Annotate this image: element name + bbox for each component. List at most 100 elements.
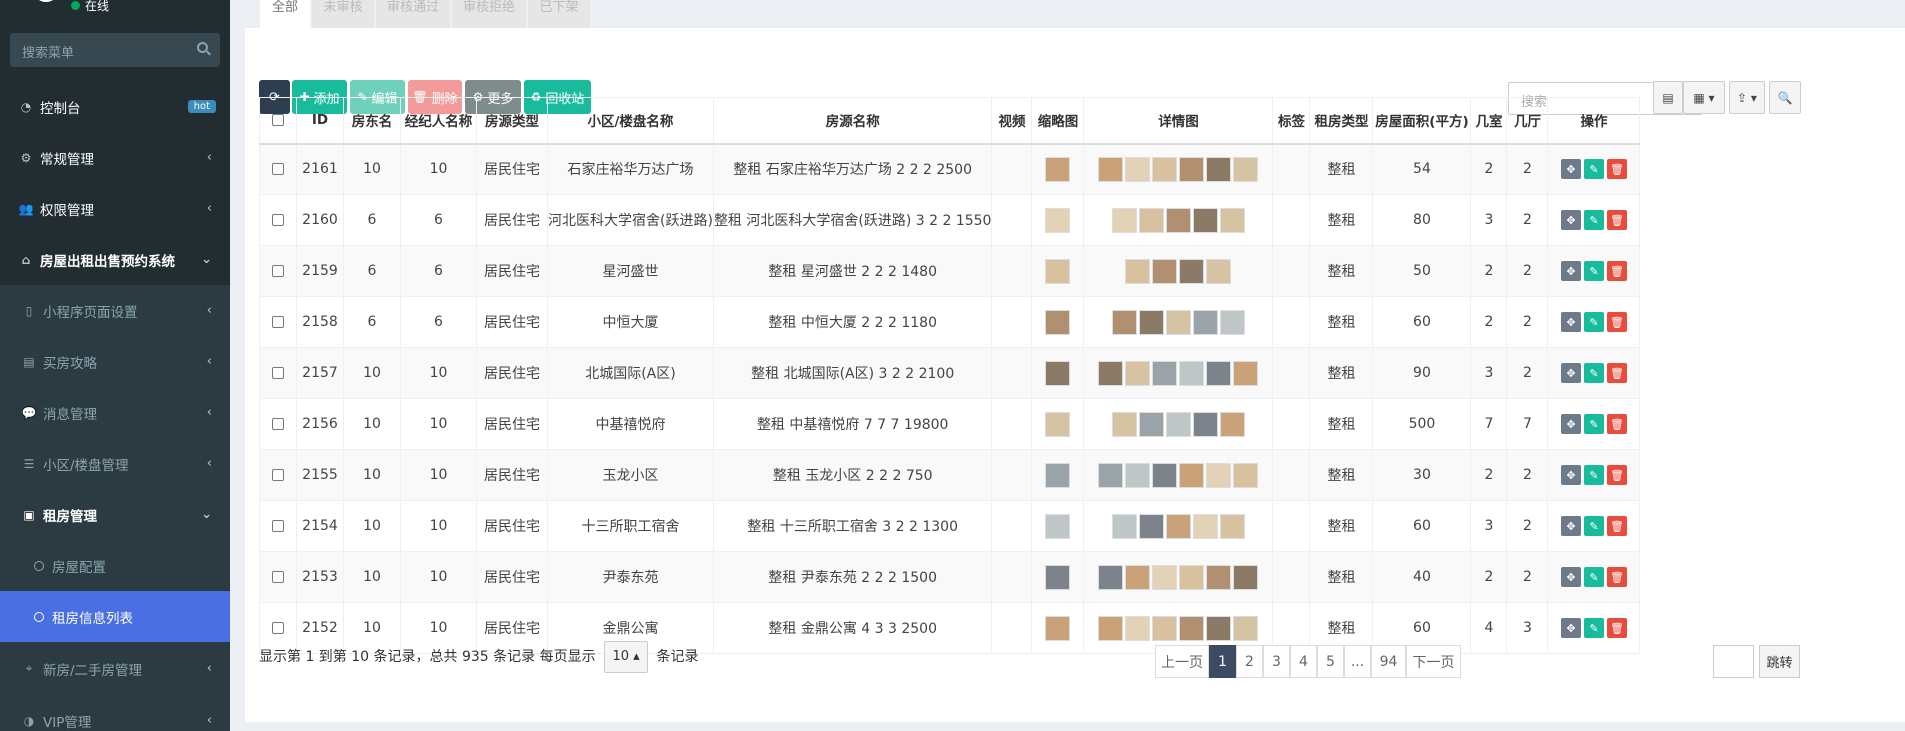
detail-image[interactable] (1192, 411, 1218, 437)
thumbnail-image[interactable] (1045, 615, 1071, 641)
detail-image[interactable] (1165, 411, 1191, 437)
toggle-view-button[interactable]: ▤ (1653, 81, 1683, 114)
col-header[interactable]: 房源名称 (712, 97, 993, 145)
page-button[interactable]: 2 (1236, 645, 1263, 678)
detail-image[interactable] (1152, 564, 1178, 590)
edit-icon[interactable]: ✎ (1583, 567, 1604, 587)
detail-image[interactable] (1165, 513, 1191, 539)
trash-icon[interactable]: 🗑 (1606, 159, 1627, 180)
page-jump-input[interactable] (1713, 645, 1754, 678)
detail-image[interactable] (1098, 615, 1124, 641)
detail-image[interactable] (1233, 156, 1259, 182)
page-button[interactable]: 94 (1371, 645, 1406, 678)
col-header[interactable]: 视频 (991, 97, 1033, 145)
tab-all[interactable]: 全部 (260, 0, 310, 28)
detail-image[interactable] (1233, 615, 1259, 641)
trash-icon[interactable]: 🗑 (1606, 618, 1627, 638)
menu-search-input[interactable]: 搜索菜单 (10, 33, 220, 67)
drag-icon[interactable]: ✥ (1560, 465, 1581, 485)
edit-icon[interactable]: ✎ (1583, 516, 1604, 536)
sidebar-item-new-house[interactable]: ⌖ 新房/二手房管理 ‹ (0, 642, 230, 695)
sidebar-item-buying-guide[interactable]: ▤ 买房攻略 ‹ (0, 336, 230, 387)
row-checkbox[interactable] (272, 520, 284, 532)
sidebar-item-rental-system[interactable]: ⌂ 房屋出租出售预约系统 ⌄ (0, 234, 230, 285)
thumbnail-image[interactable] (1045, 360, 1071, 386)
detail-image[interactable] (1111, 207, 1137, 233)
checkbox-cell[interactable] (259, 347, 297, 399)
detail-image[interactable] (1206, 360, 1232, 386)
sidebar-item-miniprogram[interactable]: ▯ 小程序页面设置 ‹ (0, 285, 230, 336)
detail-image[interactable] (1219, 513, 1245, 539)
thumbnail-image[interactable] (1045, 564, 1071, 590)
detail-image[interactable] (1219, 207, 1245, 233)
edit-icon[interactable]: ✎ (1583, 363, 1604, 383)
detail-image[interactable] (1206, 615, 1232, 641)
thumbnail-image[interactable] (1045, 411, 1071, 437)
detail-image[interactable] (1111, 309, 1137, 335)
detail-image[interactable] (1179, 156, 1205, 182)
checkbox-cell[interactable] (259, 551, 297, 603)
detail-image[interactable] (1138, 207, 1164, 233)
export-button[interactable]: ⇪ ▾ (1729, 81, 1765, 114)
row-checkbox[interactable] (272, 367, 284, 379)
detail-image[interactable] (1152, 360, 1178, 386)
advanced-search-button[interactable]: 🔍 (1769, 81, 1801, 114)
page-size-select[interactable]: 10 ▴ (604, 641, 649, 673)
detail-image[interactable] (1192, 207, 1218, 233)
trash-icon[interactable]: 🗑 (1606, 414, 1627, 434)
detail-image[interactable] (1179, 615, 1205, 641)
detail-image[interactable] (1219, 411, 1245, 437)
checkbox-cell[interactable] (259, 449, 297, 501)
sidebar-item-messages[interactable]: 💬 消息管理 ‹ (0, 387, 230, 438)
detail-image[interactable] (1179, 462, 1205, 488)
trash-icon[interactable]: 🗑 (1606, 567, 1627, 587)
next-page-button[interactable]: 下一页 (1406, 645, 1461, 678)
col-header[interactable]: 缩略图 (1031, 97, 1085, 145)
tab-rejected[interactable]: 审核拒绝 (452, 0, 526, 28)
detail-image[interactable] (1165, 207, 1191, 233)
detail-image[interactable] (1233, 360, 1259, 386)
thumbnail-image[interactable] (1045, 462, 1071, 488)
trash-icon[interactable]: 🗑 (1606, 210, 1627, 230)
page-button[interactable]: 5 (1317, 645, 1344, 678)
edit-icon[interactable]: ✎ (1583, 159, 1604, 180)
checkbox-cell[interactable] (259, 398, 297, 450)
edit-icon[interactable]: ✎ (1583, 618, 1604, 638)
trash-icon[interactable]: 🗑 (1606, 261, 1627, 281)
thumbnail-image[interactable] (1045, 513, 1071, 539)
detail-image[interactable] (1111, 513, 1137, 539)
detail-image[interactable] (1098, 360, 1124, 386)
checkbox-cell[interactable] (259, 245, 297, 297)
row-checkbox[interactable] (272, 316, 284, 328)
drag-icon[interactable]: ✥ (1560, 261, 1581, 281)
select-all-checkbox[interactable] (259, 97, 297, 145)
trash-icon[interactable]: 🗑 (1606, 363, 1627, 383)
sidebar-item-house-config[interactable]: 房屋配置 (0, 540, 230, 591)
tab-approved[interactable]: 审核通过 (376, 0, 450, 28)
detail-image[interactable] (1192, 513, 1218, 539)
row-checkbox[interactable] (272, 163, 284, 176)
detail-image[interactable] (1138, 411, 1164, 437)
drag-icon[interactable]: ✥ (1560, 414, 1581, 434)
col-header[interactable]: 标签 (1272, 97, 1311, 145)
sidebar-item-general[interactable]: ⚙ 常规管理 ‹ (0, 132, 230, 183)
page-button[interactable]: 3 (1263, 645, 1290, 678)
detail-image[interactable] (1152, 615, 1178, 641)
col-header[interactable]: 房东名 (343, 97, 401, 145)
trash-icon[interactable]: 🗑 (1606, 516, 1627, 536)
col-header[interactable]: 详情图 (1083, 97, 1274, 145)
columns-button[interactable]: ▦ ▾ (1683, 81, 1725, 114)
detail-image[interactable] (1098, 462, 1124, 488)
detail-image[interactable] (1138, 513, 1164, 539)
detail-image[interactable] (1165, 309, 1191, 335)
thumbnail-image[interactable] (1045, 309, 1071, 335)
tab-pending[interactable]: 未审核 (312, 0, 374, 28)
drag-icon[interactable]: ✥ (1560, 567, 1581, 587)
col-header[interactable]: 房屋面积(平方) (1372, 97, 1472, 145)
detail-image[interactable] (1098, 564, 1124, 590)
detail-image[interactable] (1111, 411, 1137, 437)
row-checkbox[interactable] (272, 418, 284, 430)
edit-icon[interactable]: ✎ (1583, 465, 1604, 485)
row-checkbox[interactable] (272, 469, 284, 481)
page-jump-button[interactable]: 跳转 (1759, 645, 1800, 678)
